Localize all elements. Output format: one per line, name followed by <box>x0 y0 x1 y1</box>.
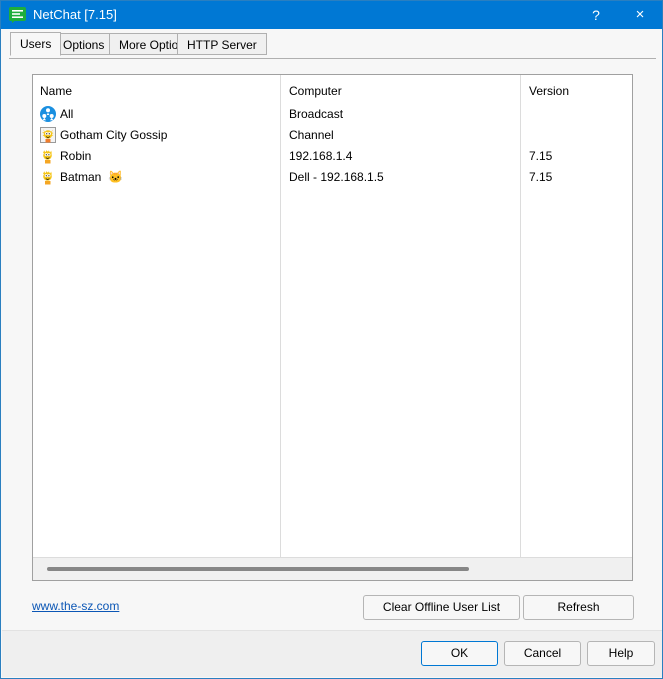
user-name-label: Batman <box>60 170 101 184</box>
user-computer-label: Channel <box>289 128 334 142</box>
user-status-emoji: 🐱 <box>108 169 123 185</box>
refresh-button[interactable]: Refresh <box>523 595 634 620</box>
user-computer-label: Dell - 192.168.1.5 <box>289 170 384 184</box>
cancel-button[interactable]: Cancel <box>504 641 581 666</box>
horizontal-scrollbar[interactable] <box>33 557 632 580</box>
netchat-window: NetChat [7.15] ? × Users Options More Op… <box>0 0 663 679</box>
user-list[interactable]: Name Computer Version All Broadcast <box>32 74 633 581</box>
user-version-label: 7.15 <box>529 149 552 163</box>
close-icon[interactable]: × <box>618 1 662 29</box>
user-avatar-bart-icon <box>40 148 56 164</box>
tab-users[interactable]: Users <box>10 32 61 56</box>
user-avatar-bart-icon <box>40 169 56 185</box>
user-version-label: 7.15 <box>529 170 552 184</box>
column-separator <box>520 75 521 558</box>
tab-strip: Users Options More Options HTTP Server <box>1 29 663 59</box>
column-header-version[interactable]: Version <box>529 84 569 98</box>
help-button[interactable]: Help <box>587 641 655 666</box>
tab-options[interactable]: Options <box>53 33 114 55</box>
user-name-label: Robin <box>60 149 91 163</box>
user-name-label: All <box>60 107 73 121</box>
user-avatar-lisa-icon <box>40 127 56 143</box>
tab-http-server[interactable]: HTTP Server <box>177 33 267 55</box>
chat-bubble-icon <box>9 7 26 23</box>
window-title: NetChat [7.15] <box>33 7 117 23</box>
horizontal-scrollbar-thumb[interactable] <box>47 567 469 571</box>
title-bar: NetChat [7.15] ? × <box>1 1 663 29</box>
titlebar-help-button[interactable]: ? <box>574 1 618 29</box>
column-header-name[interactable]: Name <box>40 84 72 98</box>
tab-underline <box>9 58 656 59</box>
user-name-label: Gotham City Gossip <box>60 128 167 142</box>
dialog-footer: OK Cancel Help <box>2 630 662 677</box>
user-computer-label: Broadcast <box>289 107 343 121</box>
website-link[interactable]: www.the-sz.com <box>32 599 119 613</box>
column-header-computer[interactable]: Computer <box>289 84 342 98</box>
column-separator <box>280 75 281 558</box>
group-users-icon <box>40 106 56 122</box>
user-computer-label: 192.168.1.4 <box>289 149 352 163</box>
ok-button[interactable]: OK <box>421 641 498 666</box>
clear-offline-user-list-button[interactable]: Clear Offline User List <box>363 595 520 620</box>
